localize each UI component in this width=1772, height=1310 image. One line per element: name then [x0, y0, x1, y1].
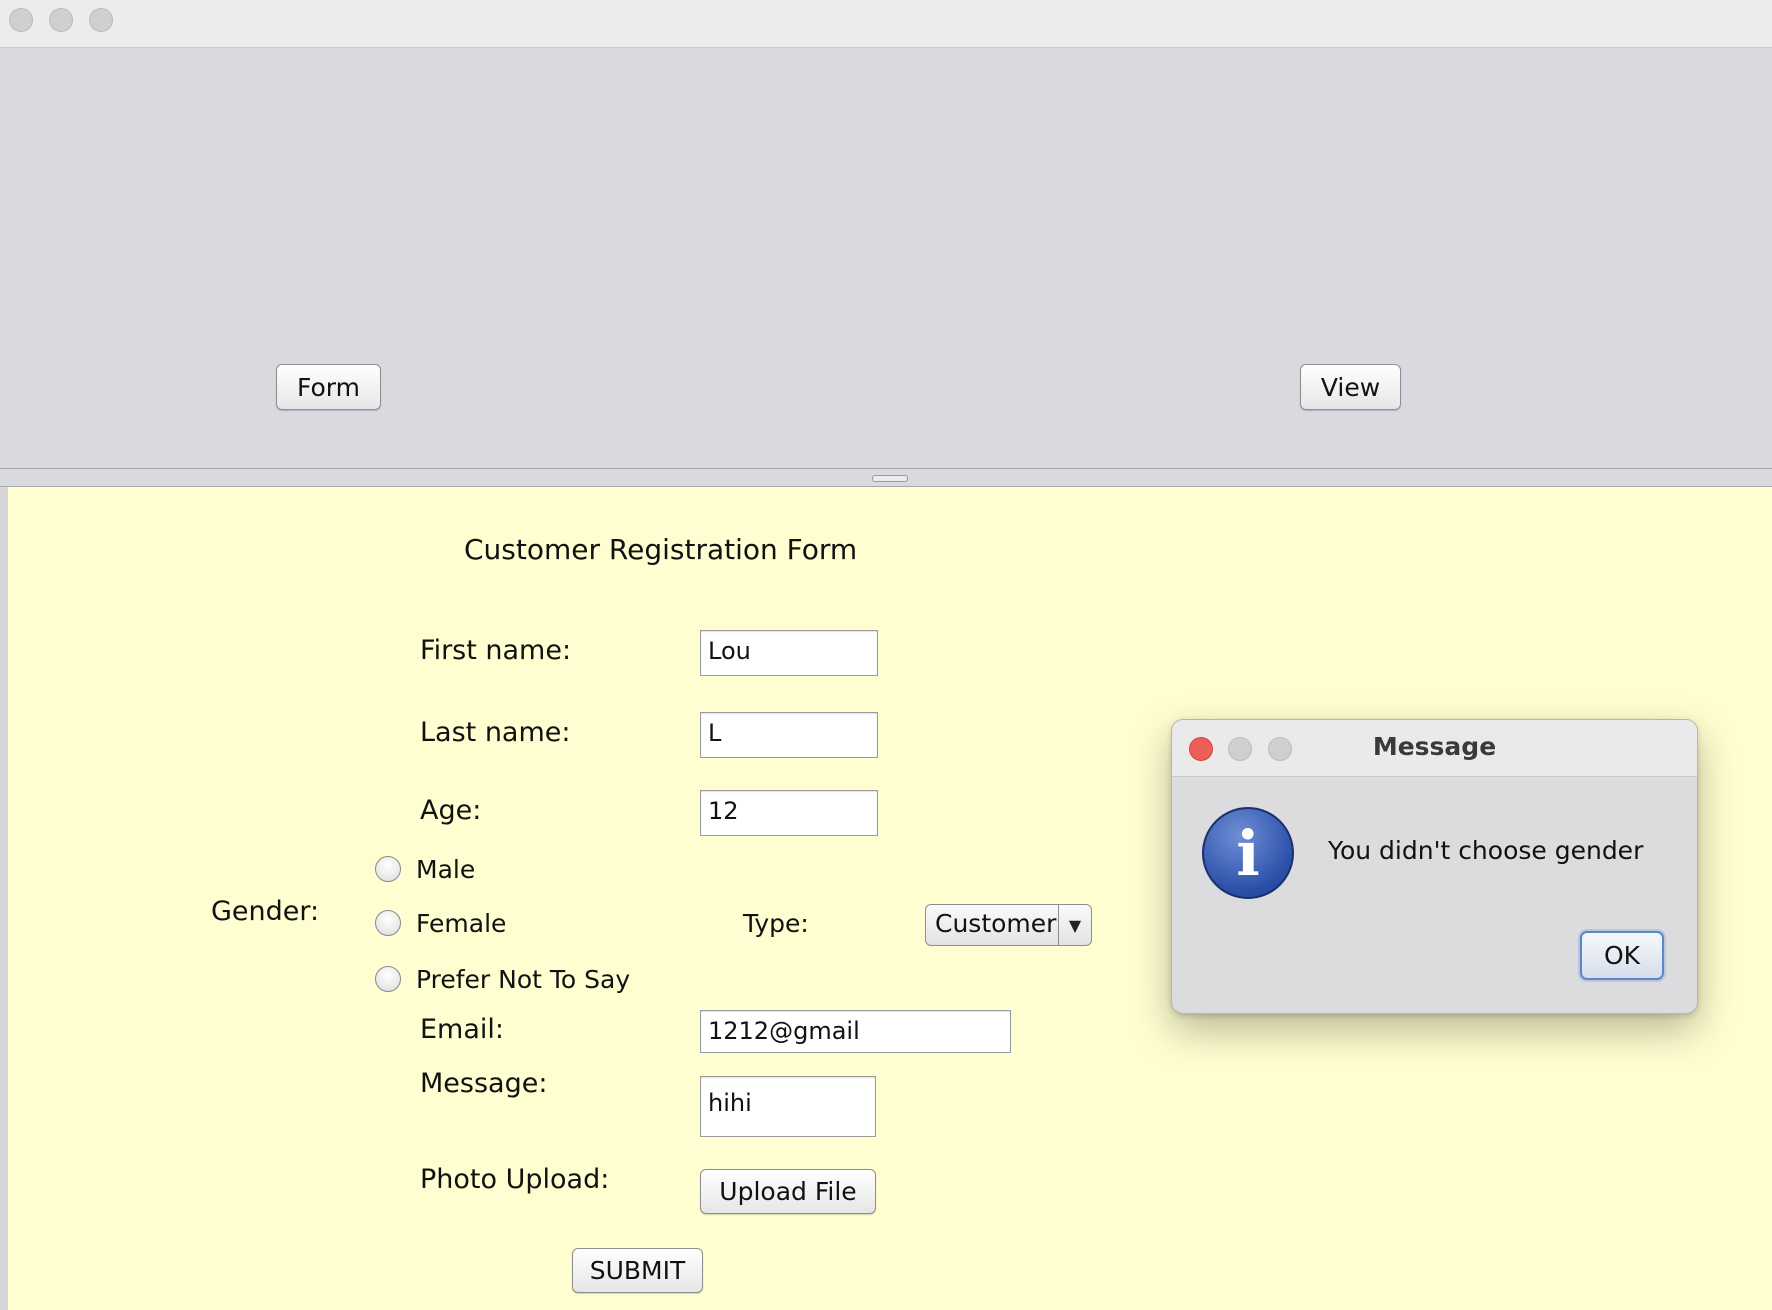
first-name-field[interactable]: Lou — [700, 630, 878, 676]
last-name-label: Last name: — [420, 717, 571, 748]
gender-label: Gender: — [211, 896, 320, 927]
upload-file-button[interactable]: Upload File — [700, 1169, 876, 1214]
dialog-title: Message — [1372, 732, 1497, 761]
message-field[interactable]: hihi — [700, 1076, 876, 1137]
form-button[interactable]: Form — [276, 364, 381, 410]
window-minimize-icon[interactable] — [49, 8, 73, 32]
age-field[interactable]: 12 — [700, 790, 878, 836]
chevron-down-icon[interactable]: ▼ — [1058, 905, 1091, 945]
view-button[interactable]: View — [1300, 364, 1401, 410]
window-zoom-icon[interactable] — [89, 8, 113, 32]
last-name-field[interactable]: L — [700, 712, 878, 758]
radio-female[interactable] — [375, 910, 401, 936]
top-panel: Form View — [0, 48, 1772, 468]
first-name-label: First name: — [420, 635, 572, 666]
radio-male-label[interactable]: Male — [416, 855, 475, 884]
message-dialog: Message i You didn't choose gender OK — [1171, 719, 1698, 1014]
type-label: Type: — [743, 909, 809, 938]
submit-button[interactable]: SUBMIT — [572, 1248, 703, 1293]
email-label: Email: — [420, 1014, 505, 1045]
age-label: Age: — [420, 795, 482, 826]
radio-prefer-not-to-say-label[interactable]: Prefer Not To Say — [416, 965, 630, 994]
email-field[interactable]: 1212@gmail — [700, 1010, 1011, 1053]
message-label: Message: — [420, 1068, 548, 1099]
radio-male[interactable] — [375, 856, 401, 882]
divider-grip-icon[interactable] — [872, 475, 908, 482]
ok-button[interactable]: OK — [1580, 931, 1664, 980]
form-title: Customer Registration Form — [464, 533, 858, 566]
radio-prefer-not-to-say[interactable] — [375, 966, 401, 992]
type-select-value: Customer — [935, 909, 1057, 938]
radio-female-label[interactable]: Female — [416, 909, 506, 938]
dialog-titlebar: Message — [1172, 720, 1697, 777]
app-window: Form View Customer Registration Form Fir… — [0, 0, 1772, 1310]
photo-upload-label: Photo Upload: — [420, 1164, 610, 1195]
window-close-icon[interactable] — [9, 8, 33, 32]
info-icon: i — [1202, 807, 1294, 899]
dialog-message: You didn't choose gender — [1328, 836, 1644, 865]
type-select[interactable]: Customer ▼ — [925, 904, 1092, 946]
split-pane-divider[interactable] — [0, 468, 1772, 487]
window-titlebar — [0, 0, 1772, 48]
